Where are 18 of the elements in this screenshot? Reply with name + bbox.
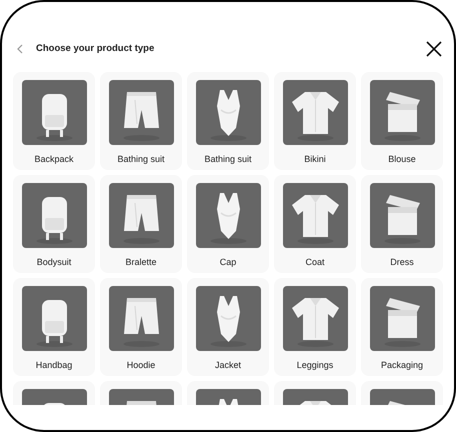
product-card[interactable]: Bralette — [100, 175, 182, 273]
product-card[interactable]: Bathing suit — [187, 72, 269, 170]
close-icon[interactable] — [426, 41, 442, 57]
product-card[interactable]: Bathing suit — [100, 72, 182, 170]
product-card[interactable]: Cap — [187, 175, 269, 273]
product-card[interactable]: Handbag — [13, 278, 95, 376]
product-card[interactable]: Bodysuit — [13, 175, 95, 273]
product-card[interactable]: Jacket — [187, 278, 269, 376]
product-card[interactable]: Backpack — [13, 72, 95, 170]
product-card[interactable]: Leggings — [274, 278, 356, 376]
product-card[interactable]: Bikini — [274, 72, 356, 170]
product-card[interactable]: Coat — [274, 175, 356, 273]
product-card[interactable]: Packaging — [361, 278, 443, 376]
dialog-title: Choose your product type — [36, 42, 154, 56]
product-card[interactable]: Blouse — [361, 72, 443, 170]
back-chevron-icon[interactable] — [16, 44, 24, 54]
product-card[interactable]: Hoodie — [100, 278, 182, 376]
product-card[interactable]: Dress — [361, 175, 443, 273]
